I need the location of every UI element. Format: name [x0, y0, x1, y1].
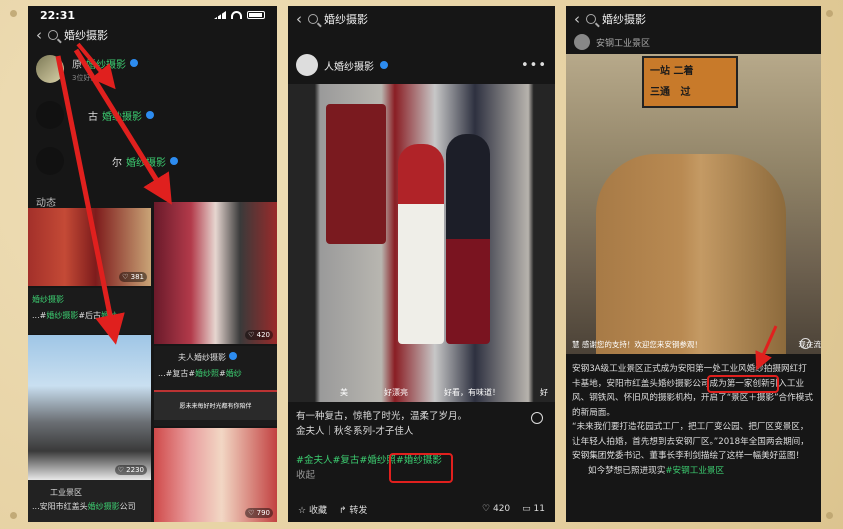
back-icon[interactable]: ‹	[574, 11, 580, 27]
card-author: 婚纱摄影	[32, 295, 64, 304]
account-name-highlight: 婚纱摄影	[126, 157, 166, 169]
article-para: 如今梦想已照进现实#安钢工业景区	[588, 465, 725, 476]
card-caption: ...#婚纱摄影#后古婚纱	[32, 311, 118, 320]
account-name-prefix: 尔	[112, 157, 122, 169]
collect-button[interactable]: ☆ 收藏	[298, 503, 327, 516]
post-author-row: 人婚纱摄影 •••	[288, 46, 555, 84]
back-icon[interactable]: ‹	[296, 11, 302, 27]
corner-pin	[826, 512, 833, 519]
station-sign: 一站 二着 三通 过	[642, 56, 738, 108]
like-button[interactable]: ♡ 420	[482, 504, 510, 514]
avatar	[36, 147, 64, 175]
like-count: ♡ 790	[245, 508, 273, 518]
battery-icon	[247, 11, 265, 19]
search-icon	[48, 30, 58, 40]
groom-shape	[446, 134, 490, 344]
account-name-prefix: 古	[88, 111, 98, 123]
search-bar[interactable]: ‹ 婚纱摄影	[566, 6, 821, 32]
avatar	[36, 101, 64, 129]
feed-card[interactable]: 婚纱摄影 ...#婚纱摄影#后古婚纱	[28, 288, 151, 334]
article-para: 安钢3A级工业景区正式成为安阳第一处工业风婚纱拍摄网红打卡基地，安阳市红盖头婚纱…	[572, 364, 813, 418]
account-result[interactable]: 古婚纱摄影	[28, 92, 277, 138]
post-detail-screen: ‹ 婚纱摄影 人婚纱摄影 ••• 美 好漂亮 好看，有味道！ 好 有一种复古，惊…	[288, 6, 555, 522]
account-name-highlight: 婚纱摄影	[86, 59, 126, 71]
search-query[interactable]: 婚纱摄影	[324, 11, 368, 27]
rickshaw-shape	[326, 104, 386, 244]
verified-icon	[228, 352, 237, 360]
search-bar[interactable]: ‹ 婚纱摄影	[28, 24, 277, 46]
couple-shape	[596, 154, 786, 354]
card-image	[154, 202, 277, 344]
avatar[interactable]	[574, 34, 590, 50]
topic-tag[interactable]: #安钢工业景区	[665, 466, 724, 476]
search-query[interactable]: 婚纱摄影	[602, 11, 646, 27]
verified-icon	[380, 61, 388, 69]
verified-icon	[130, 59, 138, 67]
article-screen: ‹ 婚纱摄影 安钢工业景区 一站 二着 三通 过 慧 感谢您的支持！欢迎您来安钢…	[566, 6, 821, 522]
account-name-highlight: 婚纱摄影	[102, 111, 142, 123]
corner-pin	[10, 10, 17, 17]
share-button[interactable]: ↱ 转发	[339, 503, 367, 516]
like-count: ♡ 381	[119, 272, 147, 282]
like-count: ♡ 420	[245, 330, 273, 340]
wifi-icon	[231, 11, 242, 19]
feed-card[interactable]: ♡ 790	[154, 428, 277, 522]
follow-note: 3位好友关注	[72, 73, 112, 82]
card-banner: 愿未来每好时光都有你陪伴	[154, 390, 277, 420]
status-time: 22:31	[40, 8, 76, 22]
post-photo[interactable]: 一站 二着 三通 过 慧 感谢您的支持！欢迎您来安钢参观！ 现在流	[566, 54, 821, 354]
highlight-box	[707, 375, 779, 393]
account-result[interactable]: 尔婚纱摄影	[28, 138, 277, 184]
corner-pin	[826, 10, 833, 17]
author-name[interactable]: 安钢工业景区	[596, 36, 650, 49]
card-caption: ...安阳市红盖头婚纱摄影公司	[32, 502, 136, 511]
feed-card[interactable]: ♡ 420	[154, 202, 277, 344]
search-icon	[586, 14, 596, 24]
card-author: 夫人婚纱摄影	[158, 352, 273, 363]
article-para: “未来我们要打造花园式工厂，把工厂变公园、把厂区变景区，让年轻人拍婚，首先想到去…	[572, 422, 809, 461]
danmaku: 好漂亮	[384, 388, 408, 397]
feed-card[interactable]: ♡ 381	[28, 208, 151, 286]
compass-icon[interactable]	[800, 338, 811, 349]
account-result[interactable]: 原婚纱摄影 3位好友关注	[28, 46, 277, 92]
post-action-bar: ☆ 收藏 ↱ 转发 ♡ 420 ▭ 11	[288, 496, 555, 522]
search-query[interactable]: 婚纱摄影	[64, 27, 108, 43]
author-name[interactable]: 人婚纱摄影	[324, 58, 374, 73]
account-name-censored: 原	[72, 59, 82, 71]
signal-icon	[214, 11, 226, 19]
verified-icon	[146, 111, 154, 119]
avatar[interactable]	[296, 54, 318, 76]
more-icon[interactable]: •••	[521, 58, 547, 73]
danmaku: 好	[540, 388, 548, 397]
search-results-screen: 22:31 ‹ 婚纱摄影 原婚纱摄影 3位好友关注 古婚纱摄影 尔婚纱摄影 动态…	[28, 6, 277, 522]
post-author-row: 安钢工业景区	[566, 32, 821, 52]
avatar	[36, 55, 64, 83]
card-caption: ...#复古#婚纱照#婚纱	[158, 369, 242, 378]
corner-pin	[10, 512, 17, 519]
post-line: 金夫人｜秋冬系列-才子佳人	[296, 426, 414, 437]
comment-button[interactable]: ▭ 11	[522, 504, 545, 514]
bride-shape	[398, 144, 444, 344]
feed-card[interactable]: ♡ 2230 工业景区 ...安阳市红盖头婚纱摄影公司	[28, 335, 151, 522]
post-photo[interactable]: 美 好漂亮 好看，有味道！ 好	[288, 84, 555, 402]
status-bar: 22:31	[28, 6, 277, 24]
card-image	[28, 335, 151, 480]
search-bar[interactable]: ‹ 婚纱摄影	[288, 6, 555, 32]
compass-icon[interactable]	[531, 412, 543, 424]
back-icon[interactable]: ‹	[36, 27, 42, 43]
like-count: ♡ 2230	[114, 465, 147, 475]
highlight-box	[389, 453, 453, 483]
feed-card[interactable]: 夫人婚纱摄影 ...#复古#婚纱照#婚纱 愿未来每好时光都有你陪伴	[154, 346, 277, 426]
card-caption-line1: 工业景区	[50, 488, 82, 497]
danmaku: 慧 感谢您的支持！欢迎您来安钢参观！	[572, 340, 702, 349]
search-icon	[308, 14, 318, 24]
verified-icon	[170, 157, 178, 165]
post-line: 有一种复古，惊艳了时光，温柔了岁月。	[296, 411, 468, 422]
danmaku: 美	[340, 388, 348, 397]
danmaku: 好看，有味道！	[444, 388, 500, 397]
